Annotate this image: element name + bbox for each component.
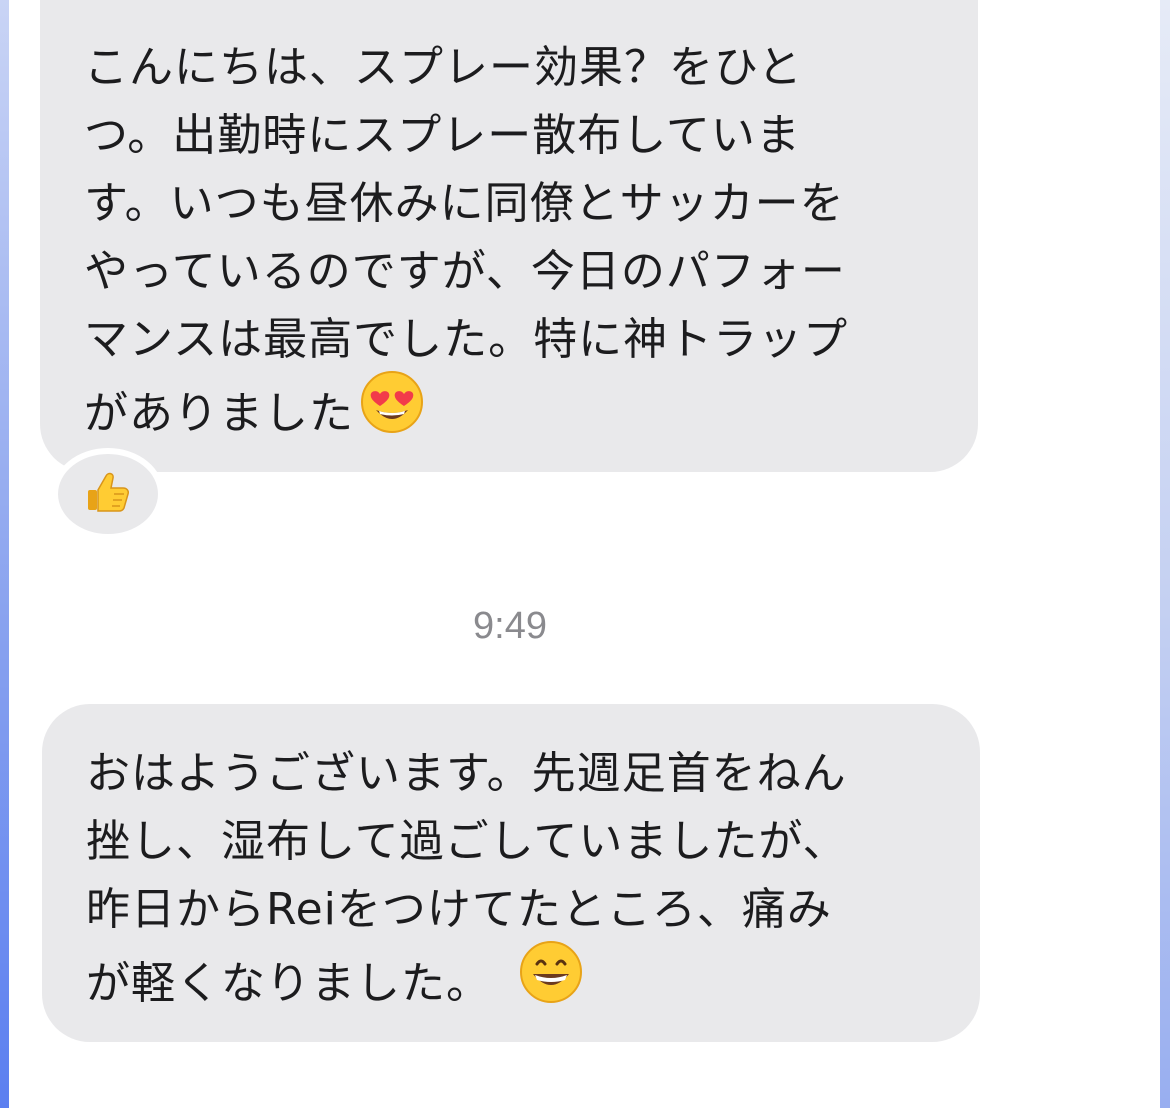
message-text-line-last: が軽くなりました。: [86, 941, 980, 1028]
message-text-line: 昨日からReiをつけてたところ、痛み: [86, 884, 832, 935]
message-text-line: す。いつも昼休みに同僚とサッカーを: [84, 178, 845, 229]
message-text-line: 挫し、湿布して過ごしていましたが、: [86, 816, 848, 867]
message-text-fragment: がありました: [84, 388, 354, 439]
right-edge-decoration: [1160, 0, 1170, 1108]
message-text-line: つ。出勤時にスプレー散布していま: [84, 110, 801, 161]
message-text-fragment: が軽くなりました。: [86, 958, 491, 1009]
left-edge-decoration: [0, 0, 9, 1108]
thumbs-up-icon: [84, 468, 132, 520]
message-text-line: おはようございます。先週足首をねん: [86, 748, 847, 799]
heart-eyes-emoji-icon: [360, 370, 424, 454]
message-bubble[interactable]: こんにちは、スプレー効果？をひと つ。出勤時にスプレー散布していま す。いつも昼…: [40, 0, 978, 472]
message-text-line: こんにちは、スプレー効果？をひと: [84, 42, 803, 93]
message-text-line-last: がありました: [84, 371, 978, 458]
message-text-line: やっているのですが、今日のパフォー: [84, 246, 846, 297]
message-bubble[interactable]: おはようございます。先週足首をねん 挫し、湿布して過ごしていましたが、 昨日から…: [42, 704, 980, 1042]
message-text-line: マンスは最高でした。特に神トラップ: [84, 314, 849, 365]
message-timestamp: 9:49: [473, 605, 547, 647]
reaction-badge[interactable]: [52, 448, 164, 540]
grinning-emoji-icon: [519, 940, 583, 1024]
